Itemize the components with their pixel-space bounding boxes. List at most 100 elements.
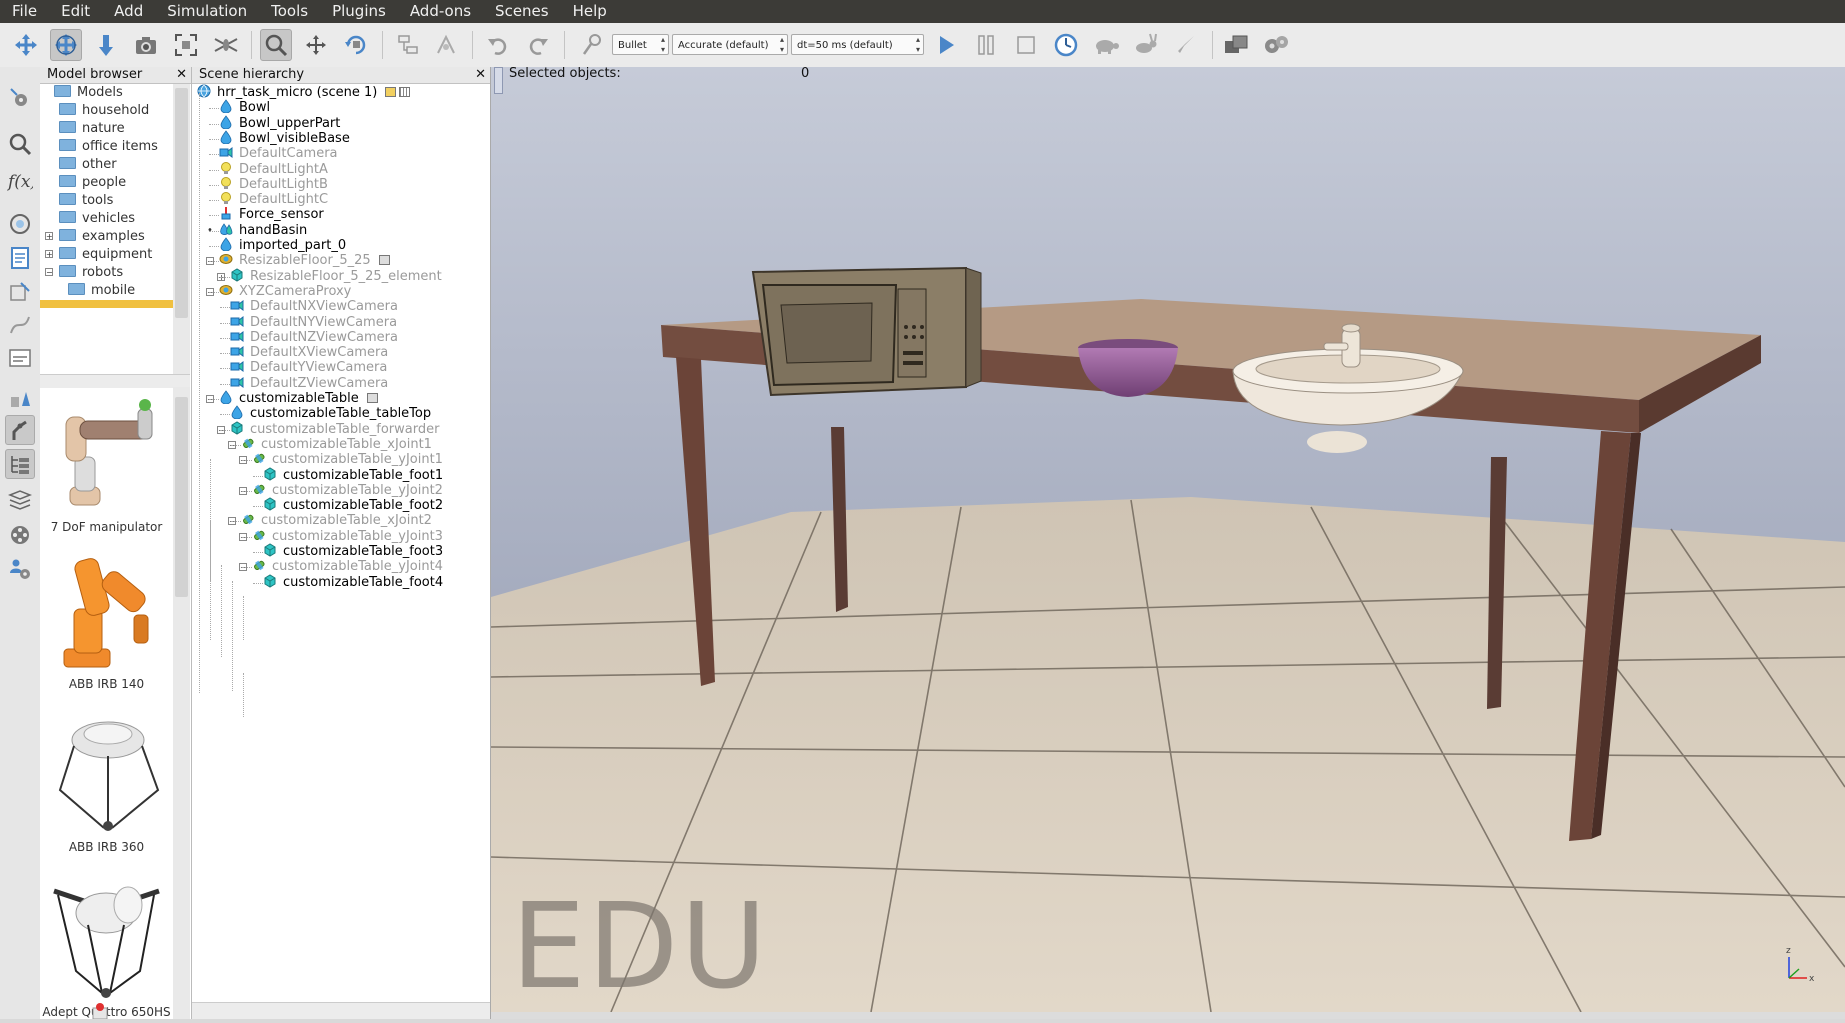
- physics-engine-select[interactable]: Bullet ▴ ▾: [612, 34, 669, 55]
- scene-hierarchy-header: Scene hierarchy ✕: [192, 67, 490, 84]
- menu-plugins[interactable]: Plugins: [320, 0, 398, 23]
- scene-object-properties-button[interactable]: [1220, 29, 1252, 61]
- model-thumbnail[interactable]: Adept Quattro 650HS: [40, 877, 173, 1019]
- model-tree-scrollbar[interactable]: [173, 84, 190, 374]
- model-browser-toggle-button[interactable]: [5, 415, 35, 445]
- assemble-button[interactable]: [392, 29, 424, 61]
- turtle-icon: [1096, 40, 1119, 54]
- stop-simulation-button[interactable]: [1010, 29, 1042, 61]
- scripts-button[interactable]: [5, 243, 35, 273]
- camera-angle-button[interactable]: [130, 29, 162, 61]
- menu-tools[interactable]: Tools: [259, 0, 320, 23]
- observation-view-button[interactable]: [210, 29, 242, 61]
- magnifier-icon: [265, 34, 288, 57]
- object-shift-button[interactable]: [300, 29, 332, 61]
- model-splitter[interactable]: [40, 374, 190, 388]
- menu-help[interactable]: Help: [561, 0, 619, 23]
- dynamics-content-button[interactable]: [576, 29, 608, 61]
- real-time-button[interactable]: [1050, 29, 1082, 61]
- pause-simulation-button[interactable]: [970, 29, 1002, 61]
- scene-object-label: customizableTable_foot4: [283, 574, 444, 590]
- calculation-modules-button[interactable]: [1260, 29, 1292, 61]
- scene-hierarchy-toggle-button[interactable]: [5, 449, 35, 479]
- scene-3d-viewport[interactable]: x z Selected objects: 0 EDU: [491, 67, 1845, 1012]
- cube-icon: [264, 497, 276, 511]
- close-icon[interactable]: ✕: [176, 67, 187, 83]
- expand-toggle-icon[interactable]: −: [45, 268, 53, 277]
- model-folder-item[interactable]: − robots: [45, 264, 123, 282]
- joint-icon: [254, 484, 265, 495]
- click-select-button[interactable]: [260, 29, 292, 61]
- info-toggle-button[interactable]: [494, 67, 503, 94]
- slower-button[interactable]: [1090, 29, 1122, 61]
- start-simulation-button[interactable]: [930, 29, 962, 61]
- manipulator-7dof-icon: [65, 399, 152, 506]
- scene-object-label: DefaultNYViewCamera: [250, 314, 398, 330]
- selected-objects-count: 0: [801, 67, 810, 81]
- expand-toggle-icon[interactable]: +: [45, 232, 53, 241]
- model-folder-item[interactable]: + equipment: [45, 246, 152, 264]
- timestep-select[interactable]: dt=50 ms (default) ▴ ▾: [791, 34, 924, 55]
- camera-pan-button[interactable]: [10, 29, 42, 61]
- thread-rendering-button[interactable]: [1170, 29, 1202, 61]
- faster-button[interactable]: [1130, 29, 1162, 61]
- model-thumbnail[interactable]: ABB IRB 140: [40, 549, 173, 691]
- model-folder-item[interactable]: + examples: [45, 228, 145, 246]
- script-icon[interactable]: [385, 87, 397, 97]
- model-thumbnail-scrollbar[interactable]: [173, 387, 190, 1019]
- fit-to-view-button[interactable]: [170, 29, 202, 61]
- camera-shift-button[interactable]: [90, 29, 122, 61]
- menu-simulation[interactable]: Simulation: [155, 0, 259, 23]
- close-icon[interactable]: ✕: [475, 67, 486, 83]
- redo-button[interactable]: [522, 29, 554, 61]
- user-settings-button[interactable]: [5, 554, 35, 584]
- layer-stack-button[interactable]: [5, 485, 35, 515]
- model-folder-item[interactable]: household: [45, 102, 149, 120]
- calculation-button[interactable]: f(x): [5, 166, 35, 196]
- selection-button[interactable]: [5, 129, 35, 159]
- model-icon[interactable]: [366, 393, 378, 403]
- model-thumbnail[interactable]: 7 DoF manipulator: [40, 387, 173, 534]
- scene-object-row[interactable]: customizableTable_foot4: [263, 574, 443, 592]
- layers-icon: [10, 214, 30, 234]
- model-icon[interactable]: [378, 255, 390, 266]
- expand-toggle-icon[interactable]: +: [45, 250, 53, 259]
- menu-file[interactable]: File: [0, 0, 49, 23]
- model-folder-item[interactable]: mobile: [68, 282, 135, 300]
- model-folder-item[interactable]: tools: [45, 192, 113, 210]
- menu-scenes[interactable]: Scenes: [483, 0, 561, 23]
- scene-object-label: customizableTable_foot2: [283, 498, 444, 514]
- selected-folder-highlight[interactable]: [40, 300, 173, 308]
- collision-button[interactable]: [5, 383, 35, 413]
- customization-script-icon[interactable]: [399, 87, 411, 97]
- simulation-settings-button[interactable]: [5, 83, 35, 113]
- model-folder-item[interactable]: vehicles: [45, 210, 135, 228]
- model-thumbnail[interactable]: ABB IRB 360: [40, 712, 173, 854]
- model-folder-item[interactable]: nature: [45, 120, 125, 138]
- model-folder-item[interactable]: other: [45, 156, 117, 174]
- rabbit-icon: [1136, 33, 1157, 53]
- menu-add-ons[interactable]: Add-ons: [398, 0, 483, 23]
- hierarchy-icon: [11, 456, 29, 474]
- layers-button[interactable]: [5, 209, 35, 239]
- scene-horizontal-scrollbar[interactable]: [192, 1002, 490, 1019]
- accuracy-select[interactable]: Accurate (default) ▴ ▾: [672, 34, 788, 55]
- model-folder-item[interactable]: office items: [45, 138, 158, 156]
- menu-add[interactable]: Add: [102, 0, 155, 23]
- model-folder-item[interactable]: Models: [54, 84, 123, 102]
- redo-icon: [529, 38, 548, 55]
- shape-edit-button[interactable]: [5, 277, 35, 307]
- model-folder-label: nature: [82, 121, 125, 136]
- model-folder-item[interactable]: people: [45, 174, 126, 192]
- menu-edit[interactable]: Edit: [49, 0, 102, 23]
- object-rotate-button[interactable]: [340, 29, 372, 61]
- scene-object-label: hrr_task_micro (scene 1): [217, 85, 378, 100]
- video-recorder-button[interactable]: [5, 520, 35, 550]
- user-interface-button[interactable]: [5, 343, 35, 373]
- camera-rotate-button[interactable]: [50, 29, 82, 61]
- force-sensor-icon: [221, 207, 231, 220]
- transfer-dna-button[interactable]: [430, 29, 462, 61]
- undo-button[interactable]: [482, 29, 514, 61]
- magnifier-icon: [9, 133, 32, 156]
- path-edit-button[interactable]: [5, 310, 35, 340]
